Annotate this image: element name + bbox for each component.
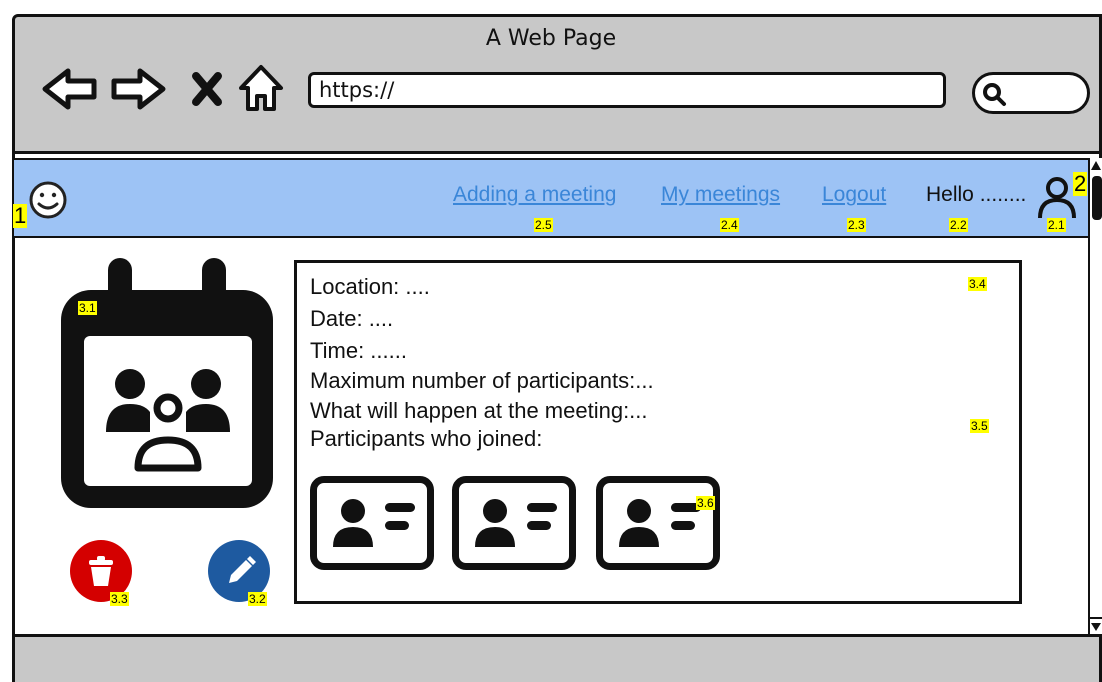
window-title: A Web Page xyxy=(485,26,617,51)
scrollbar-thumb[interactable] xyxy=(1092,176,1102,220)
annotation-marker: 3.3 xyxy=(110,592,129,606)
search-icon xyxy=(983,83,1006,106)
status-bar xyxy=(12,634,1102,682)
location-text: Location: .... xyxy=(310,274,430,299)
annotation-marker: 3.1 xyxy=(78,301,97,315)
annotation-marker: 3.6 xyxy=(696,496,715,510)
participants-label: Participants who joined: xyxy=(310,426,543,451)
max-participants-text: Maximum number of participants:... xyxy=(310,368,654,393)
smiley-icon[interactable] xyxy=(26,178,70,222)
close-icon[interactable] xyxy=(190,70,224,108)
date-text: Date: .... xyxy=(310,306,394,331)
annotation-marker: 2.1 xyxy=(1047,218,1066,232)
annotation-marker: 2 xyxy=(1073,171,1088,196)
contact-card-icon xyxy=(475,499,557,547)
user-icon[interactable] xyxy=(1036,174,1078,222)
scroll-down-icon[interactable] xyxy=(1090,616,1102,634)
scroll-up-icon[interactable] xyxy=(1090,160,1102,172)
url-input[interactable]: https:// xyxy=(308,72,946,108)
participant-card[interactable] xyxy=(596,476,720,570)
annotation-marker: 2.5 xyxy=(534,218,553,232)
nav-link-adding-meeting[interactable]: Adding a meeting xyxy=(453,183,616,207)
participant-card[interactable] xyxy=(310,476,434,570)
annotation-marker: 2.4 xyxy=(720,218,739,232)
annotation-marker: 2.3 xyxy=(847,218,866,232)
annotation-marker: 3.5 xyxy=(970,419,989,433)
annotation-marker: 3.2 xyxy=(248,592,267,606)
annotation-marker: 3.4 xyxy=(968,277,987,291)
nav-link-logout[interactable]: Logout xyxy=(822,183,886,207)
nav-link-my-meetings[interactable]: My meetings xyxy=(661,183,780,207)
contact-card-icon xyxy=(333,499,415,547)
annotation-marker: 1 xyxy=(13,203,28,228)
meeting-description-text: What will happen at the meeting:... xyxy=(310,398,648,423)
greeting-text: Hello ........ xyxy=(926,183,1027,206)
forward-arrow-icon[interactable] xyxy=(108,66,168,112)
contact-card-icon xyxy=(619,499,701,547)
vertical-scrollbar[interactable] xyxy=(1088,158,1102,636)
annotation-marker: 2.2 xyxy=(949,218,968,232)
calendar-group-icon xyxy=(61,258,273,508)
participant-card[interactable] xyxy=(452,476,576,570)
time-text: Time: ...... xyxy=(310,338,407,363)
home-icon[interactable] xyxy=(236,62,286,114)
back-arrow-icon[interactable] xyxy=(40,66,100,112)
